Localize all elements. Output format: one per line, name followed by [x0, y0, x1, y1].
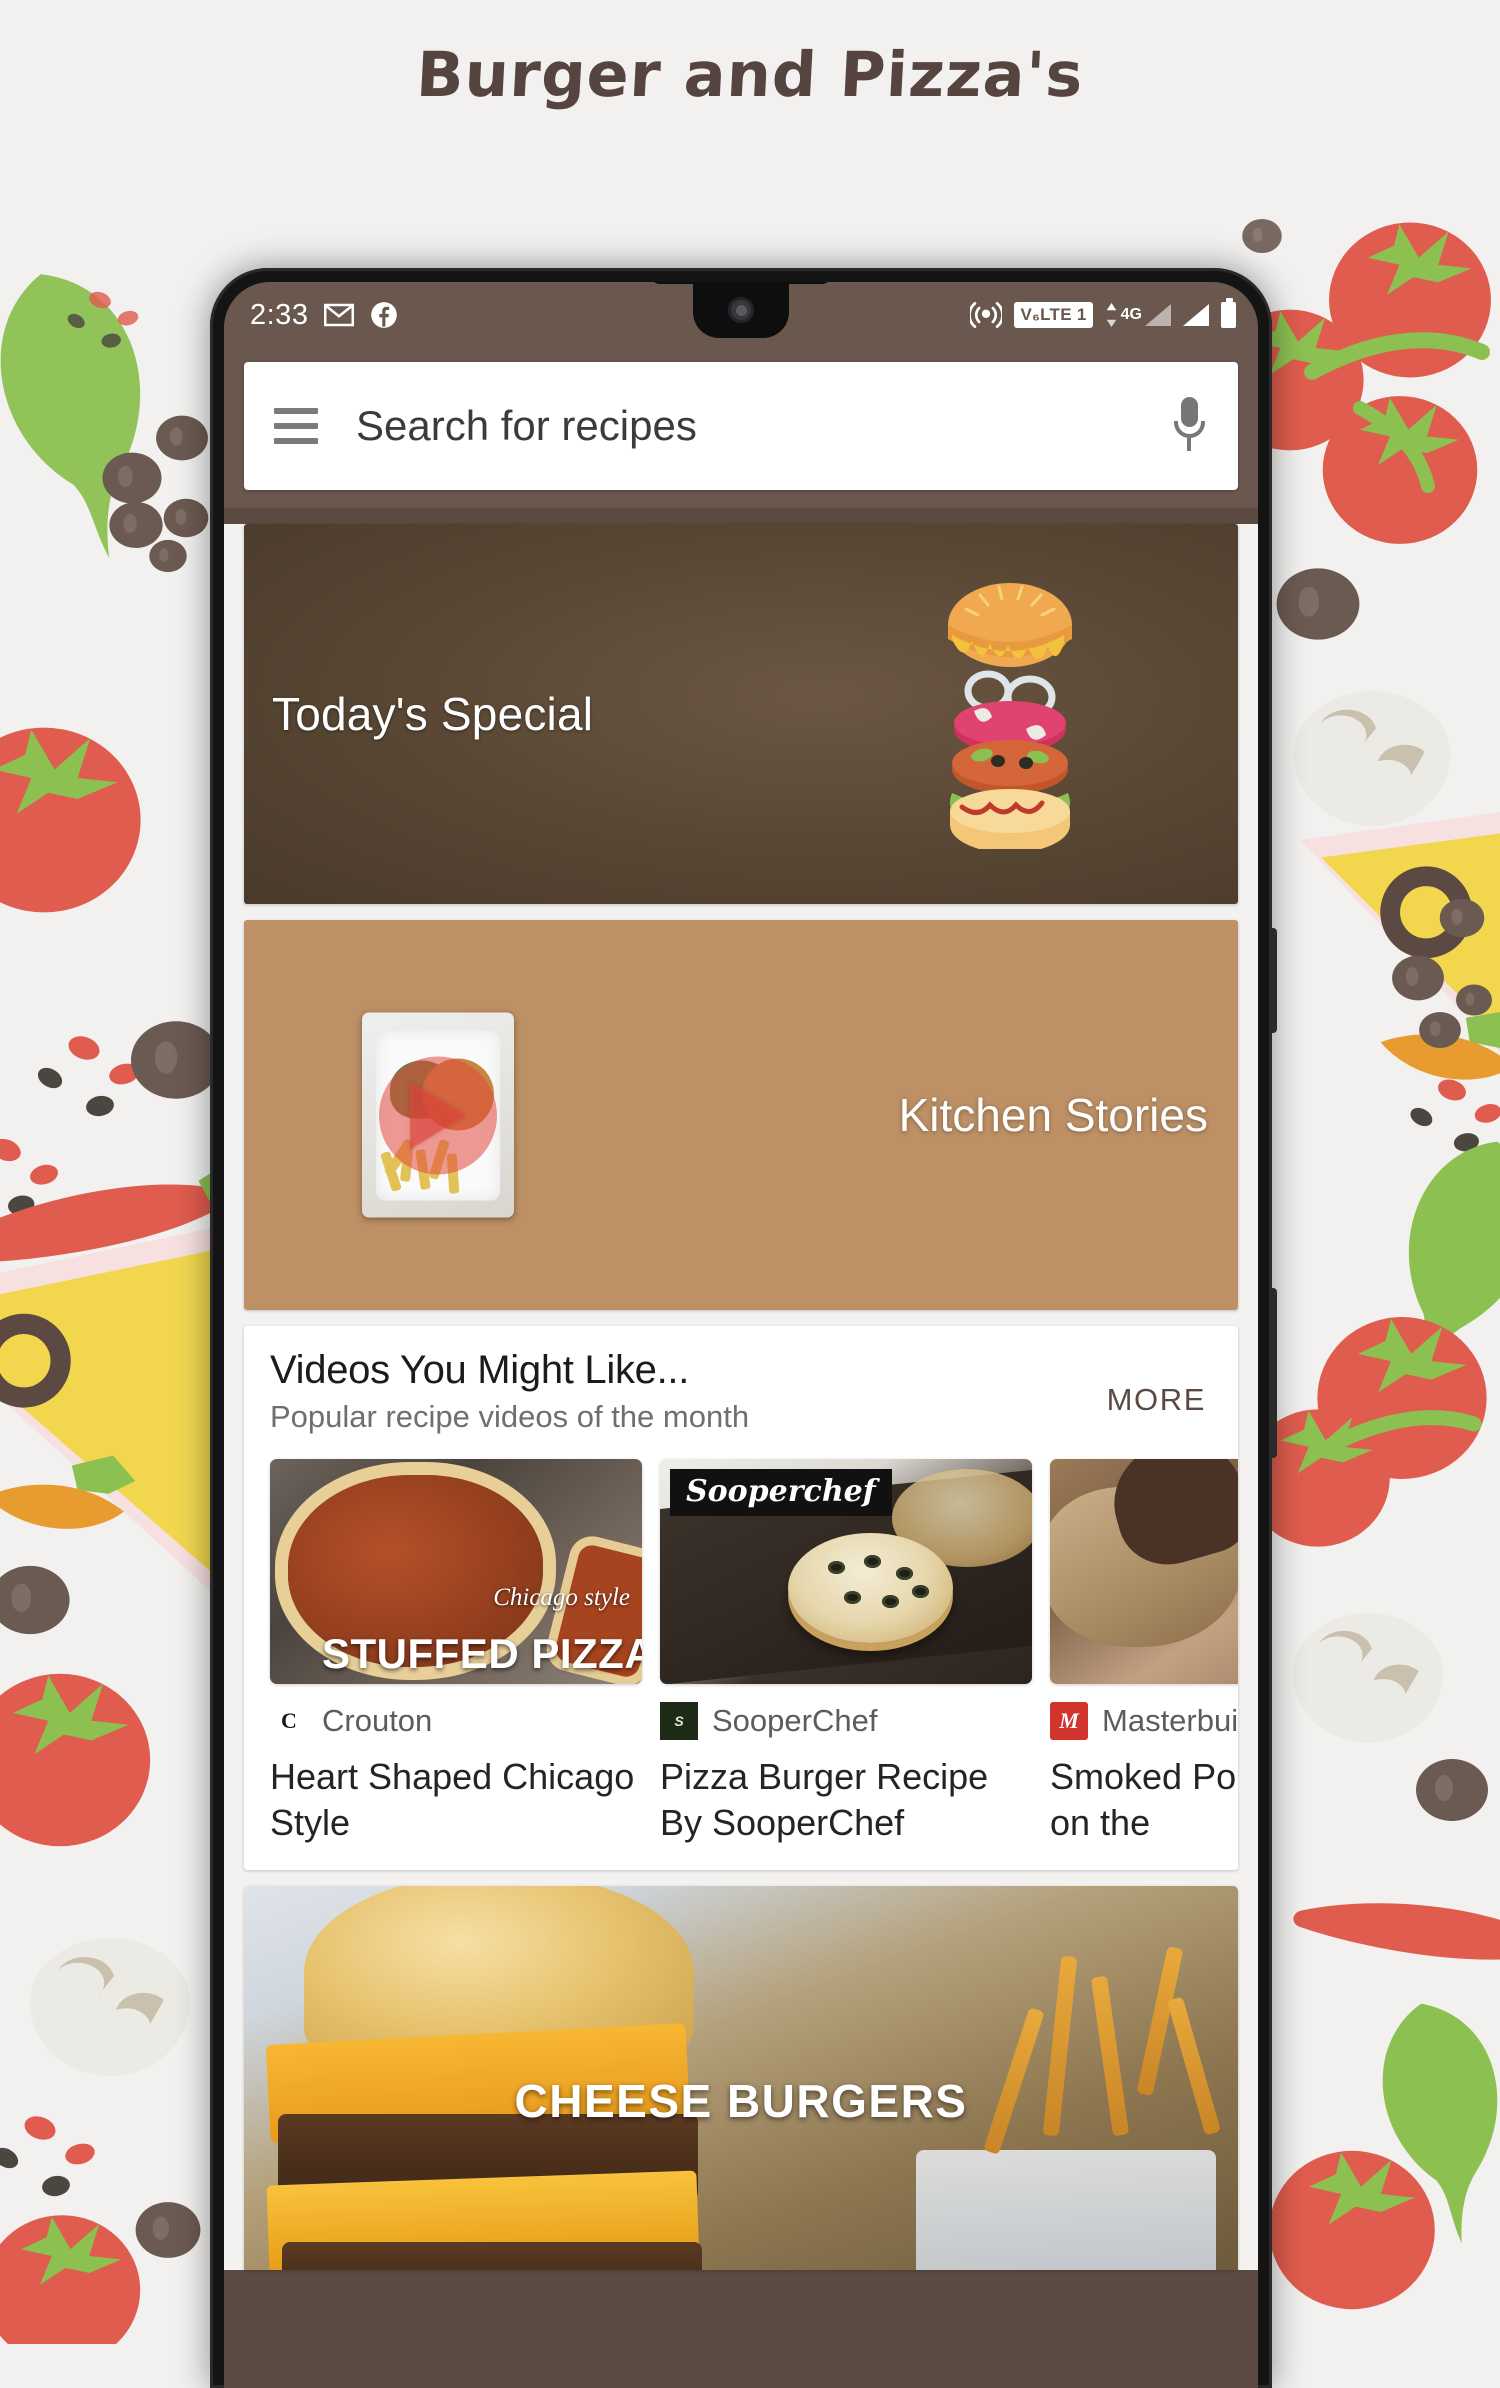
hotspot-icon	[970, 301, 1003, 329]
channel-name: SooperChef	[712, 1703, 878, 1738]
search-bar[interactable]: Search for recipes	[244, 362, 1238, 490]
video-channel-row[interactable]: S SooperChef	[660, 1702, 1032, 1740]
volume-button[interactable]	[1270, 1288, 1277, 1458]
video-card[interactable]: Sooperchef S SooperChef Pizza Burger Rec…	[660, 1459, 1032, 1846]
fries-basket-graphic	[916, 2150, 1216, 2271]
battery-icon	[1221, 298, 1236, 328]
video-channel-row[interactable]: M Masterbuilt	[1050, 1702, 1238, 1740]
exploded-burger-illustration	[948, 583, 1072, 849]
video-thumbnail[interactable]: Sooperchef	[660, 1459, 1032, 1684]
videos-section-header: Videos You Might Like... Popular recipe …	[244, 1348, 1238, 1435]
todays-special-banner[interactable]: Today's Special	[244, 524, 1238, 904]
todays-special-label: Today's Special	[272, 688, 594, 740]
phone-device-frame: 2:33 V₆LTE 1 4G Search for recipes Today…	[210, 268, 1277, 2388]
channel-name: Crouton	[322, 1703, 433, 1738]
search-input[interactable]: Search for recipes	[356, 402, 1174, 450]
kitchen-stories-thumbnail[interactable]	[362, 1012, 514, 1218]
videos-carousel[interactable]: Chicago style STUFFED PIZZA C Crouton He…	[244, 1459, 1238, 1846]
power-button[interactable]	[1270, 928, 1277, 1033]
front-camera-icon	[728, 297, 754, 323]
beef-patty-graphic	[282, 2242, 702, 2271]
network-type-label: 4G	[1120, 306, 1142, 323]
play-button-icon[interactable]	[410, 1081, 466, 1149]
videos-section-subtitle: Popular recipe videos of the month	[270, 1399, 750, 1434]
kitchen-stories-banner[interactable]: Kitchen Stories	[244, 920, 1238, 1310]
video-title: Pizza Burger Recipe By SooperChef	[660, 1756, 989, 1844]
data-transfer-arrows-icon	[1106, 303, 1116, 327]
microphone-icon[interactable]	[1174, 397, 1205, 455]
thumbnail-main-text: Sooperchef	[686, 1474, 876, 1509]
video-card[interactable]: M Masterbuilt Smoked Pork Bombs on the	[1050, 1459, 1238, 1846]
phone-screen: 2:33 V₆LTE 1 4G Search for recipes Today…	[224, 282, 1258, 2388]
network-type-indicator: 4G	[1105, 303, 1171, 327]
status-time: 2:33	[250, 298, 309, 331]
camera-notch	[693, 282, 789, 338]
channel-avatar: M	[1050, 1702, 1088, 1740]
video-thumbnail[interactable]: Chicago style STUFFED PIZZA	[270, 1459, 642, 1684]
channel-avatar: S	[660, 1702, 698, 1740]
video-card[interactable]: Chicago style STUFFED PIZZA C Crouton He…	[270, 1459, 642, 1846]
volte-badge: V₆LTE 1	[1014, 302, 1093, 328]
video-title: Smoked Pork Bombs on the	[1050, 1756, 1238, 1844]
thumbnail-main-text: STUFFED PIZZA	[322, 1630, 642, 1677]
search-bar-container: Search for recipes	[224, 348, 1258, 508]
facebook-icon	[371, 302, 398, 328]
gmail-icon	[324, 303, 355, 327]
earpiece-speaker	[651, 282, 831, 284]
hamburger-menu-icon[interactable]	[274, 408, 318, 444]
channel-avatar: C	[270, 1702, 308, 1740]
thumbnail-script-text: Chicago style	[493, 1584, 630, 1611]
signal-bars-1-icon	[1145, 304, 1171, 326]
videos-section-title: Videos You Might Like...	[270, 1348, 690, 1392]
status-bar-right: V₆LTE 1 4G	[970, 298, 1236, 330]
cheese-burgers-label: CHEESE BURGERS	[514, 2075, 968, 2128]
app-content: Today's Special Kitchen Stories Videos Y…	[224, 524, 1258, 2271]
status-bar-left: 2:33	[250, 299, 398, 332]
signal-bars-2-icon	[1183, 304, 1209, 326]
cheese-burgers-banner[interactable]: CHEESE BURGERS	[244, 1886, 1238, 2271]
video-thumbnail[interactable]	[1050, 1459, 1238, 1684]
channel-name: Masterbuilt	[1102, 1703, 1238, 1738]
videos-more-button[interactable]: MORE	[1107, 1382, 1206, 1418]
video-title: Heart Shaped Chicago Style	[270, 1756, 635, 1844]
video-channel-row[interactable]: C Crouton	[270, 1702, 642, 1740]
videos-section: Videos You Might Like... Popular recipe …	[244, 1326, 1238, 1871]
kitchen-stories-label: Kitchen Stories	[898, 1089, 1208, 1141]
page-title: Burger and Pizza's	[414, 38, 1086, 111]
thumbnail-brand-tag: Sooperchef	[670, 1469, 892, 1516]
